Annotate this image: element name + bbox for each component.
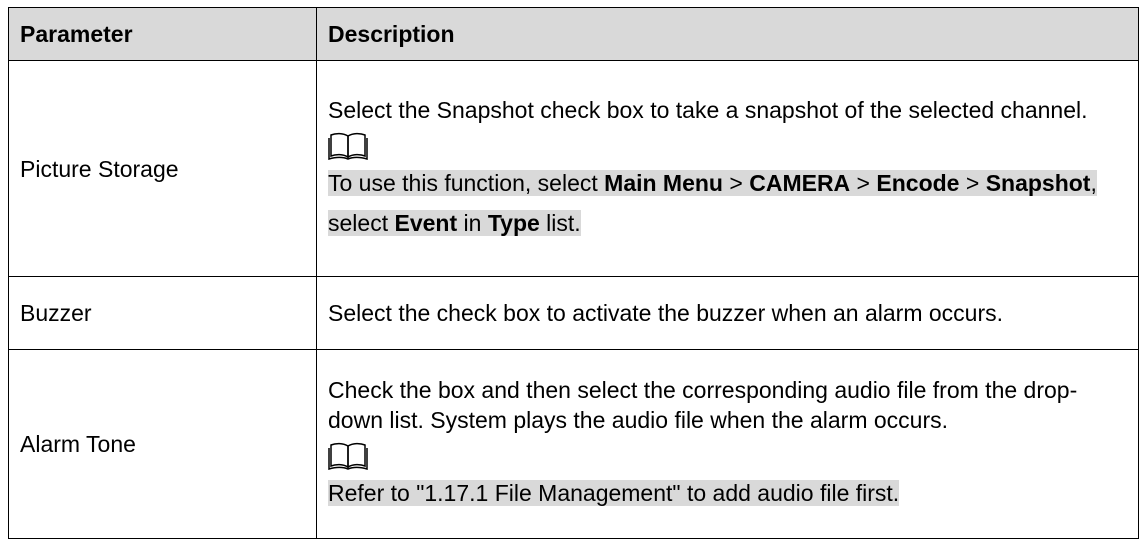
open-book-icon: [328, 442, 368, 470]
column-header-parameter: Parameter: [8, 7, 317, 61]
description-text: Check the box and then select the corres…: [328, 377, 1078, 433]
table-row: Buzzer Select the check box to activate …: [8, 276, 1139, 350]
open-book-icon: [328, 132, 368, 160]
parameter-cell: Alarm Tone: [8, 349, 317, 539]
description-cell: Select the check box to activate the buz…: [316, 276, 1139, 350]
description-text: Select the Snapshot check box to take a …: [328, 96, 1088, 123]
table-header-row: Parameter Description: [8, 7, 1139, 61]
description-text: Select the check box to activate the buz…: [328, 300, 1004, 326]
note-text: Refer to "1.17.1 File Management" to add…: [328, 480, 900, 506]
parameter-table: Parameter Description Picture Storage Se…: [8, 7, 1139, 539]
description-cell: Check the box and then select the corres…: [316, 349, 1139, 539]
parameter-cell: Buzzer: [8, 276, 317, 350]
column-header-description: Description: [316, 7, 1139, 61]
parameter-cell: Picture Storage: [8, 60, 317, 277]
description-cell: Select the Snapshot check box to take a …: [316, 60, 1139, 277]
note-text: To use this function, select Main Menu >…: [328, 169, 1097, 236]
table-row: Picture Storage Select the Snapshot chec…: [8, 60, 1139, 277]
table-row: Alarm Tone Check the box and then select…: [8, 349, 1139, 539]
